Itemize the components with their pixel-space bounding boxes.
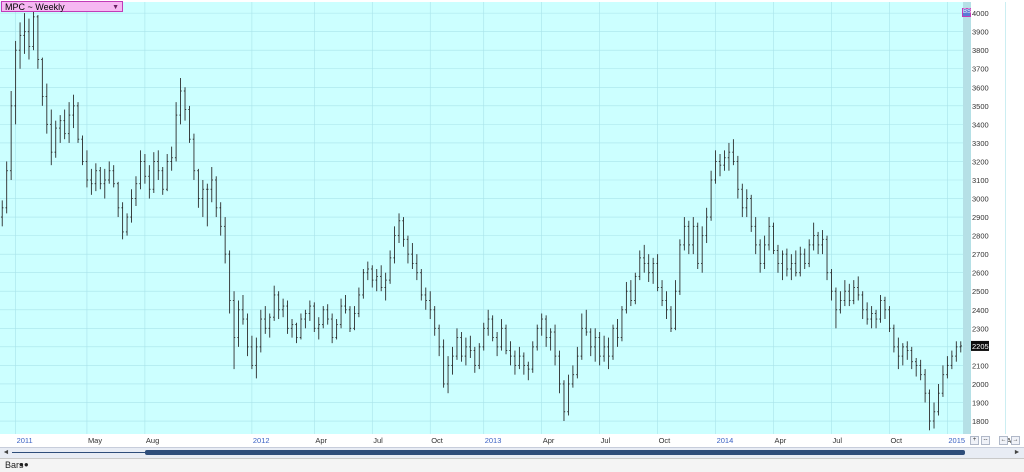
status-bar: Bars ●● <box>0 458 1024 472</box>
x-tick-label: Jul <box>832 436 842 445</box>
bs-badge[interactable]: BS <box>962 8 971 17</box>
symbol-label: MPC ~ Weekly <box>5 2 65 12</box>
right-axis-strip <box>963 2 971 434</box>
y-tick-label: 3700 <box>972 65 989 74</box>
x-tick-label: Apr <box>775 436 787 445</box>
y-tick-label: 1800 <box>972 417 989 426</box>
y-tick-label: 3200 <box>972 157 989 166</box>
y-tick-label: 3400 <box>972 120 989 129</box>
y-tick-label: 2100 <box>972 361 989 370</box>
x-tick-label: 2015 <box>948 436 965 445</box>
x-tick-label: 2012 <box>253 436 270 445</box>
x-tick-label: Apr <box>315 436 327 445</box>
y-axis-labels: 1800190020002100220023002400250026002700… <box>972 9 989 426</box>
symbol-selector[interactable]: MPC ~ Weekly ▼ <box>1 1 123 12</box>
last-price-tag-label: 2205 <box>972 342 989 351</box>
y-tick-label: 2000 <box>972 380 989 389</box>
x-axis-labels: 2011 May Aug 2012 Apr Jul Oct 2013 Apr Jul Oct 2014… <box>17 436 1019 445</box>
x-tick-label: Jul <box>601 436 611 445</box>
y-tick-label: 2600 <box>972 269 989 278</box>
y-tick-label: 2300 <box>972 324 989 333</box>
y-tick-label: 2400 <box>972 306 989 315</box>
x-tick-label: Jul <box>373 436 383 445</box>
plot-area[interactable] <box>0 2 963 434</box>
scrollbar-thumb[interactable] <box>145 450 965 455</box>
horizontal-scrollbar[interactable]: ◄ ► <box>0 447 1024 458</box>
zoom-in-button[interactable]: + <box>970 436 979 445</box>
y-tick-label: 2700 <box>972 250 989 259</box>
chart-type-dots-icon[interactable]: ●● <box>19 459 29 471</box>
x-tick-label: Oct <box>431 436 444 445</box>
dropdown-arrow-icon[interactable]: ▼ <box>112 2 119 13</box>
y-tick-label: 3800 <box>972 46 989 55</box>
x-tick-label: May <box>88 436 102 445</box>
x-tick-label: 2011 <box>17 436 33 445</box>
chart-frame: 1800190020002100220023002400250026002700… <box>0 2 1019 445</box>
y-tick-label: 1900 <box>972 398 989 407</box>
y-tick-label: 3900 <box>972 28 989 37</box>
y-tick-label: 3500 <box>972 102 989 111</box>
x-tick-label: Aug <box>146 436 159 445</box>
x-tick-label: 2014 <box>717 436 734 445</box>
scroll-right-arrow-icon[interactable]: ► <box>1012 449 1022 457</box>
last-price-tag: 2205 <box>971 340 989 351</box>
y-tick-label: 2800 <box>972 232 989 241</box>
scroll-left-arrow-icon[interactable]: ◄ <box>1 449 11 457</box>
y-tick-label: 3300 <box>972 139 989 148</box>
x-tick-label: Oct <box>890 436 903 445</box>
y-tick-label: 4000 <box>972 9 989 18</box>
zoom-out-button[interactable]: -- <box>981 436 990 445</box>
scroll-right-button[interactable]: → <box>1011 436 1020 445</box>
y-tick-label: 2500 <box>972 287 989 296</box>
y-tick-label: 3100 <box>972 176 989 185</box>
y-tick-label: 2900 <box>972 213 989 222</box>
y-tick-label: 3000 <box>972 195 989 204</box>
scrollbar-track-line <box>12 452 145 453</box>
x-tick-label: Oct <box>659 436 672 445</box>
x-tick-label: 2013 <box>485 436 502 445</box>
scroll-left-button[interactable]: ← <box>999 436 1008 445</box>
y-tick-label: 3600 <box>972 83 989 92</box>
x-tick-label: Apr <box>543 436 555 445</box>
